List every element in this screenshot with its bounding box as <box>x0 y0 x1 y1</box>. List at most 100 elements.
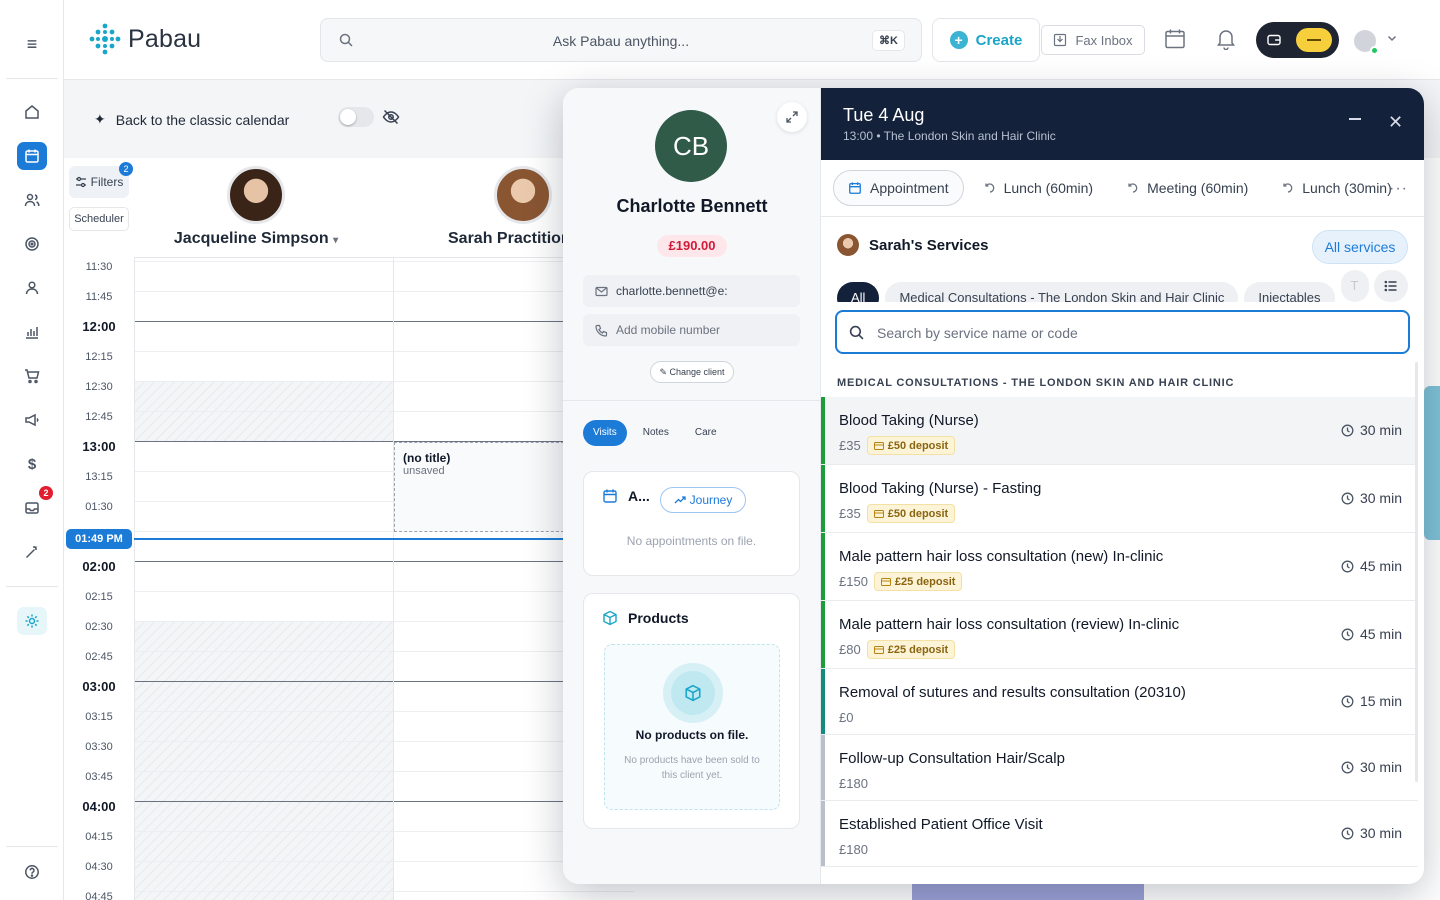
service-row[interactable]: Removal of sutures and results consultat… <box>821 669 1418 735</box>
service-row[interactable]: Blood Taking (Nurse) - Fasting £35 £50 dep… <box>821 465 1418 533</box>
duration-label: 15 min <box>1359 693 1402 709</box>
list-view-icon[interactable] <box>1374 270 1408 302</box>
back-to-classic-link[interactable]: ✦ Back to the classic calendar <box>94 111 289 128</box>
expand-icon[interactable] <box>777 102 807 132</box>
time-grid-line <box>134 591 634 592</box>
magic-wand-icon[interactable] <box>17 538 47 566</box>
deposit-badge: £25 deposit <box>866 640 956 659</box>
side-panel-handle[interactable] <box>1424 386 1440 540</box>
pabau-logo[interactable]: Pabau <box>88 22 201 56</box>
service-meta: £0 <box>839 710 853 725</box>
card-icon <box>880 577 891 586</box>
service-search-input[interactable]: Search by service name or code <box>835 310 1410 354</box>
chevron-down-icon[interactable] <box>1386 32 1398 44</box>
service-duration: 30 min <box>1341 422 1402 438</box>
time-label: 02:45 <box>85 651 113 663</box>
inbox-icon[interactable]: 2 <box>17 486 53 522</box>
minimize-icon[interactable] <box>1349 118 1361 120</box>
service-row[interactable]: Follow-up Consultation Hair/Scalp £180 30 … <box>821 735 1418 801</box>
scheduler-button[interactable]: Scheduler <box>69 207 129 231</box>
time-label: 02:30 <box>85 621 113 633</box>
duration-label: 30 min <box>1359 422 1402 438</box>
time-grid-line <box>134 801 634 802</box>
global-search-input[interactable]: Ask Pabau anything... ⌘K <box>320 18 922 62</box>
client-email-field[interactable]: charlotte.bennett@e: <box>583 275 800 307</box>
help-icon[interactable] <box>17 858 47 886</box>
service-row[interactable]: Male pattern hair loss consultation (new… <box>821 533 1418 601</box>
fax-inbox-button[interactable]: Fax Inbox <box>1041 25 1145 55</box>
chip-truncated[interactable]: T <box>1340 270 1369 302</box>
target-icon[interactable] <box>17 230 47 258</box>
menu-icon[interactable]: ≡ <box>22 32 42 56</box>
change-client-button[interactable]: ✎ Change client <box>650 361 734 383</box>
create-button[interactable]: + Create <box>932 18 1040 62</box>
time-label: 13:15 <box>85 471 113 483</box>
services-owner: Sarah's Services <box>837 234 989 256</box>
home-icon[interactable] <box>17 98 47 126</box>
change-client-label: Change client <box>669 367 725 377</box>
chip-injectables[interactable]: Injectables <box>1244 282 1335 302</box>
products-title: Products <box>628 610 689 626</box>
chip-all[interactable]: All <box>837 282 880 302</box>
column-divider <box>134 258 135 900</box>
time-grid-line <box>134 771 634 772</box>
service-name: Male pattern hair loss consultation (rev… <box>839 616 1180 633</box>
cart-icon[interactable] <box>17 362 47 390</box>
more-options-icon[interactable]: ··· <box>1389 180 1408 198</box>
user-avatar[interactable] <box>1354 30 1379 55</box>
tab-lunch-60[interactable]: Lunch (60min) <box>970 170 1108 206</box>
scrollbar[interactable] <box>1415 362 1418 782</box>
calendar-icon[interactable] <box>17 142 47 170</box>
time-grid-line <box>134 621 634 622</box>
time-grid-line <box>134 891 634 892</box>
all-services-button[interactable]: All services <box>1312 230 1408 264</box>
practitioner-avatar <box>227 166 285 224</box>
time-grid-line <box>134 321 634 322</box>
practitioner-avatar <box>837 234 859 256</box>
tab-appointment[interactable]: Appointment <box>833 170 964 206</box>
journey-button[interactable]: Journey <box>660 487 746 513</box>
client-name[interactable]: Charlotte Bennett <box>563 196 821 217</box>
rail-divider <box>6 846 58 847</box>
tab-meeting-60[interactable]: Meeting (60min) <box>1113 170 1262 206</box>
search-placeholder: Ask Pabau anything... <box>552 33 690 49</box>
service-duration: 45 min <box>1341 558 1402 574</box>
tab-lunch-30[interactable]: Lunch (30min) <box>1268 170 1406 206</box>
draft-appointment[interactable]: (no title) unsaved <box>394 442 564 532</box>
create-label: Create <box>975 31 1023 49</box>
services-owner-label: Sarah's Services <box>869 236 989 254</box>
settings-sun-icon[interactable] <box>17 607 47 635</box>
tab-notes[interactable]: Notes <box>633 420 679 446</box>
service-row[interactable]: Male pattern hair loss consultation (rev… <box>821 601 1418 669</box>
filters-button[interactable]: Filters 2 <box>69 162 133 198</box>
eye-off-icon[interactable] <box>382 108 400 126</box>
clients-icon[interactable] <box>17 186 47 214</box>
megaphone-icon[interactable] <box>17 406 47 434</box>
service-row[interactable]: Blood Taking (Nurse) £35 £50 deposit 30 min <box>821 397 1418 465</box>
calendar-toggle[interactable] <box>338 107 374 127</box>
calendar-icon[interactable] <box>1164 28 1186 50</box>
caret-down-icon[interactable]: ▾ <box>333 235 338 246</box>
draft-status: unsaved <box>403 465 445 477</box>
search-icon <box>849 325 864 340</box>
logo-text: Pabau <box>128 24 202 53</box>
client-tabs: Visits Notes Care <box>583 420 727 446</box>
appointments-card: A... Journey No appointments on file. <box>583 471 800 576</box>
dollar-icon[interactable]: $ <box>17 450 47 478</box>
tab-visits[interactable]: Visits <box>583 420 627 446</box>
reports-icon[interactable] <box>17 318 47 346</box>
time-label: 12:45 <box>85 411 113 423</box>
mode-toggle[interactable] <box>1256 22 1339 58</box>
chip-medical-consultations[interactable]: Medical Consultations - The London Skin … <box>885 282 1239 302</box>
time-label: 02:00 <box>82 559 116 574</box>
service-row[interactable]: Established Patient Office Visit £180 30 m… <box>821 801 1418 867</box>
user-icon[interactable] <box>17 274 47 302</box>
tab-care[interactable]: Care <box>685 420 727 446</box>
service-duration: 30 min <box>1341 490 1402 506</box>
left-rail: ≡ $ 2 <box>0 0 64 900</box>
service-name: Blood Taking (Nurse) <box>839 412 979 429</box>
practitioner-column-header[interactable]: Jacqueline Simpson ▾ <box>168 166 344 248</box>
client-phone-field[interactable]: Add mobile number <box>583 314 800 346</box>
close-icon[interactable]: ✕ <box>1388 112 1403 132</box>
bell-icon[interactable] <box>1216 28 1236 50</box>
